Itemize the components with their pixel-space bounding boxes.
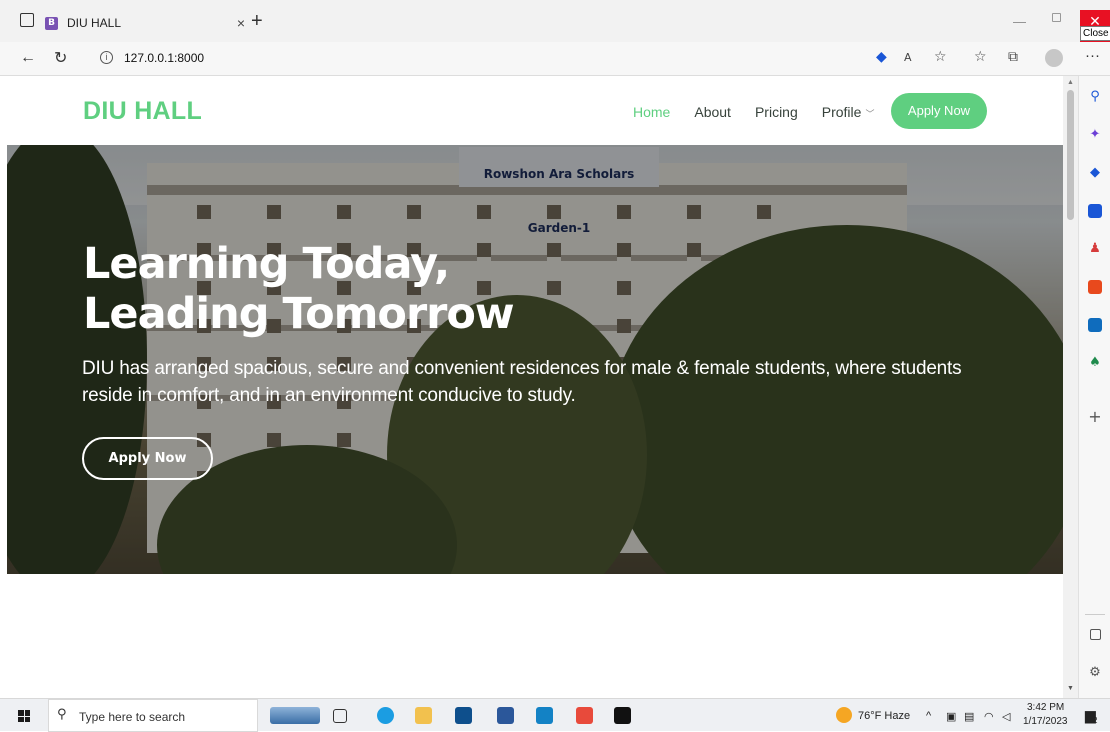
- page-viewport: DIU HALL Home About Pricing Profile ﹀ App…: [0, 76, 1063, 698]
- scroll-down-arrow-icon[interactable]: ▼: [1067, 685, 1074, 692]
- tab-close-icon[interactable]: ×: [237, 15, 245, 31]
- add-favorite-icon[interactable]: ☆: [934, 49, 947, 65]
- tab-title: DIU HALL: [67, 16, 122, 30]
- onedrive-icon[interactable]: ▣: [946, 710, 956, 723]
- nav-profile[interactable]: Profile ﹀: [822, 104, 875, 120]
- scroll-thumb[interactable]: [1067, 90, 1074, 220]
- search-icon: ⚲: [57, 707, 67, 722]
- more-menu-icon[interactable]: ···: [1085, 47, 1100, 64]
- clock-time[interactable]: 3:42 PM: [1027, 702, 1064, 713]
- scroll-up-arrow-icon[interactable]: ▲: [1067, 79, 1074, 86]
- terminal-icon[interactable]: [614, 707, 631, 724]
- chevron-down-icon: ﹀: [865, 109, 875, 119]
- file-explorer-icon[interactable]: [415, 707, 432, 724]
- collections-icon[interactable]: ⧉: [1008, 49, 1018, 65]
- games-icon[interactable]: ♟: [1088, 242, 1102, 256]
- news-widget-icon[interactable]: [270, 707, 320, 724]
- volume-icon[interactable]: ◁: [1002, 710, 1010, 723]
- outlook-icon[interactable]: [1088, 318, 1102, 332]
- windows-taskbar: ⚲ Type here to search 76°F Haze ^ ▣ ▤ ◠ …: [0, 698, 1110, 732]
- browser-titlebar: B DIU HALL × + — ✕ Close: [0, 0, 1110, 42]
- coupon-tag-icon[interactable]: ◆: [876, 49, 887, 65]
- add-sidebar-icon[interactable]: +: [1088, 409, 1102, 425]
- sidebar-divider: [1085, 614, 1105, 615]
- hero-title: Learning Today, Leading Tomorrow: [83, 239, 583, 339]
- weather-sun-icon[interactable]: [836, 707, 852, 723]
- clock-date[interactable]: 1/17/2023: [1023, 716, 1068, 727]
- site-info-icon[interactable]: i: [100, 51, 113, 64]
- favorites-icon[interactable]: ☆: [974, 49, 987, 65]
- windows-start-icon[interactable]: [18, 710, 30, 722]
- vscode-icon[interactable]: [536, 707, 553, 724]
- read-aloud-icon[interactable]: A: [904, 51, 912, 64]
- taskbar-search-placeholder: Type here to search: [79, 710, 186, 724]
- tray-chevron-up-icon[interactable]: ^: [926, 710, 931, 722]
- hero-title-line2: Leading Tomorrow: [83, 289, 515, 339]
- hero-section: Rowshon Ara Scholars Garden-1 Learning T…: [7, 145, 1063, 574]
- address-bar: ← ↻ i 127.0.0.1:8000 ◆ A ☆ ☆ ⧉ ···: [0, 42, 1110, 76]
- restore-icon[interactable]: [1052, 13, 1061, 22]
- tab-actions-icon[interactable]: [20, 13, 34, 27]
- xampp-icon[interactable]: [576, 707, 593, 724]
- minimize-icon[interactable]: —: [1013, 14, 1026, 29]
- nav-home[interactable]: Home: [633, 104, 670, 120]
- edge-browser-icon[interactable]: [377, 707, 394, 724]
- mail-icon[interactable]: [455, 707, 472, 724]
- shopping-tag-icon[interactable]: ◆: [1088, 166, 1102, 180]
- hero-title-line1: Learning Today,: [83, 239, 450, 289]
- search-icon[interactable]: ⚲: [1088, 90, 1102, 104]
- office-icon[interactable]: [1088, 280, 1102, 294]
- close-tooltip: Close: [1080, 26, 1110, 41]
- browser-tab[interactable]: B DIU HALL ×: [45, 8, 245, 38]
- nav-pricing[interactable]: Pricing: [755, 104, 798, 120]
- tree-drop-icon[interactable]: ♠: [1088, 356, 1102, 370]
- site-header: DIU HALL Home About Pricing Profile ﹀ App…: [0, 76, 1063, 145]
- site-logo[interactable]: DIU HALL: [83, 97, 202, 126]
- main-nav: Home About Pricing Profile ﹀: [633, 104, 874, 120]
- word-icon[interactable]: [497, 707, 514, 724]
- notification-count: 2: [1093, 716, 1098, 725]
- reload-icon[interactable]: ↻: [54, 48, 67, 68]
- bootstrap-favicon-icon: B: [45, 16, 58, 30]
- copilot-icon[interactable]: ✦: [1088, 128, 1102, 142]
- hide-sidebar-icon[interactable]: [1090, 629, 1101, 640]
- tools-icon[interactable]: [1088, 204, 1102, 218]
- nav-profile-label: Profile: [821, 104, 862, 120]
- profile-avatar[interactable]: [1045, 49, 1063, 67]
- weather-text[interactable]: 76°F Haze: [858, 710, 910, 722]
- new-tab-button[interactable]: +: [251, 10, 263, 33]
- wifi-icon[interactable]: ◠: [984, 710, 994, 723]
- nav-about[interactable]: About: [694, 104, 731, 120]
- task-view-icon[interactable]: [333, 709, 347, 723]
- taskbar-search-box[interactable]: ⚲ Type here to search: [48, 699, 258, 732]
- settings-gear-icon[interactable]: ⚙: [1088, 666, 1102, 680]
- page-scrollbar[interactable]: ▲ ▼: [1063, 76, 1078, 698]
- header-apply-button[interactable]: Apply Now: [891, 93, 987, 129]
- language-icon[interactable]: ▤: [964, 710, 974, 723]
- url-field[interactable]: 127.0.0.1:8000: [124, 51, 204, 65]
- hero-apply-button[interactable]: Apply Now: [82, 437, 213, 480]
- edge-sidebar: ⚲ ✦ ◆ ♟ ♠ + ⚙: [1078, 76, 1110, 698]
- hero-description: DIU has arranged spacious, secure and co…: [82, 358, 962, 406]
- back-arrow-icon[interactable]: ←: [20, 49, 36, 67]
